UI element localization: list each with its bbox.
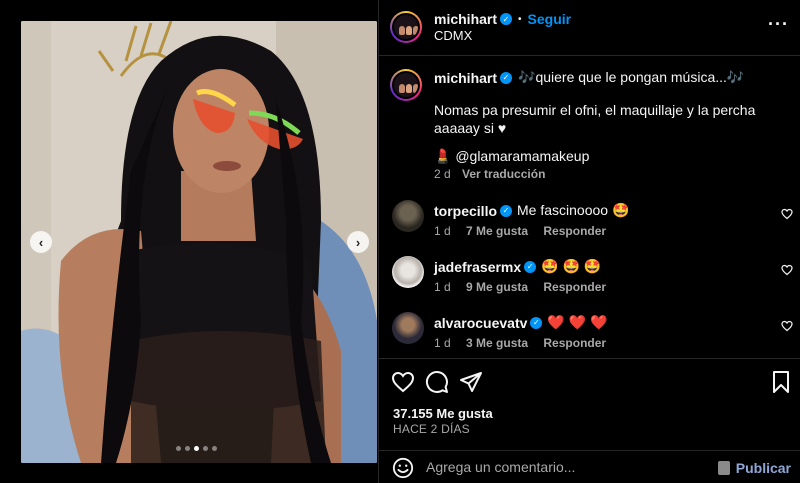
verified-icon: ✓ <box>524 260 537 273</box>
translate-link[interactable]: Ver traducción <box>462 167 545 181</box>
publish-label: Publicar <box>735 460 791 476</box>
caption-headline: 🎶quiere que le pongan música...🎶 <box>518 69 745 85</box>
post-side-panel: michihart ✓ • Seguir CDMX ··· michihart … <box>378 0 800 483</box>
media-area: ‹ › <box>0 0 378 483</box>
reply-button[interactable]: Responder <box>543 224 606 238</box>
caption-username[interactable]: michihart <box>434 70 497 86</box>
commenter-avatar[interactable] <box>392 200 424 232</box>
heart-icon[interactable] <box>391 370 415 394</box>
caption-time: 2 d <box>434 167 451 181</box>
follow-button[interactable]: Seguir <box>528 11 572 27</box>
comment-heart-icon[interactable] <box>781 208 793 220</box>
more-icon[interactable]: ··· <box>768 14 789 35</box>
comment-text: ❤️ ❤️ ❤️ <box>547 314 608 330</box>
verified-icon: ✓ <box>500 204 513 217</box>
bookmark-icon[interactable] <box>769 370 793 394</box>
lock-icon <box>717 461 730 475</box>
commenter-avatar[interactable] <box>392 256 424 288</box>
photo-illustration <box>21 21 377 463</box>
comment-composer: Publicar <box>379 450 800 483</box>
verified-icon: ✓ <box>530 316 543 329</box>
emoji-icon[interactable] <box>392 457 414 479</box>
carousel-dot <box>203 446 208 451</box>
commenter-username[interactable]: jadefrasermx <box>434 259 521 275</box>
carousel-dot <box>176 446 181 451</box>
carousel-dots <box>176 446 217 451</box>
comment-time: 1 d <box>434 336 451 350</box>
header-user-row: michihart ✓ • Seguir <box>434 11 571 27</box>
post-time: HACE 2 DÍAS <box>393 422 470 436</box>
comment-text: 🤩 🤩 🤩 <box>541 258 602 274</box>
post-actions: 37.155 Me gusta HACE 2 DÍAS <box>379 358 800 456</box>
comment-time: 1 d <box>434 280 451 294</box>
commenter-username[interactable]: torpecillo <box>434 203 497 219</box>
caption-mention[interactable]: 💄 @glamaramamakeup <box>434 148 589 165</box>
caption-headline-row: michihart ✓ 🎶quiere que le pongan música… <box>434 69 744 86</box>
caption-meta: 2 d Ver traducción <box>434 167 545 181</box>
reply-button[interactable]: Responder <box>543 280 606 294</box>
comment-input[interactable] <box>426 455 696 479</box>
carousel-prev-button[interactable]: ‹ <box>30 231 52 253</box>
comment-likes[interactable]: 7 Me gusta <box>466 224 528 238</box>
carousel-dot <box>212 446 217 451</box>
comment-likes[interactable]: 9 Me gusta <box>466 280 528 294</box>
comment-heart-icon[interactable] <box>781 320 793 332</box>
carousel-dot <box>185 446 190 451</box>
comment-icon[interactable] <box>425 370 449 394</box>
comment-heart-icon[interactable] <box>781 264 793 276</box>
verified-icon: ✓ <box>500 71 513 84</box>
publish-button[interactable]: Publicar <box>717 460 791 476</box>
post-location[interactable]: CDMX <box>434 28 472 43</box>
caption-avatar[interactable] <box>390 69 422 101</box>
caption-body: Nomas pa presumir el ofni, el maquillaje… <box>434 102 756 136</box>
author-username[interactable]: michihart <box>434 11 497 27</box>
verified-icon: ✓ <box>500 13 513 25</box>
likes-count[interactable]: 37.155 Me gusta <box>393 406 493 421</box>
chevron-right-icon: › <box>355 234 361 250</box>
comment-item: torpecillo ✓ Me fascinoooo 🤩 1 d 7 Me gu… <box>379 196 800 252</box>
comment-item: jadefrasermx ✓ 🤩 🤩 🤩 1 d 9 Me gusta Resp… <box>379 252 800 308</box>
carousel-dot-active <box>194 446 199 451</box>
chevron-left-icon: ‹ <box>38 234 44 250</box>
comment-likes[interactable]: 3 Me gusta <box>466 336 528 350</box>
comment-item: alvarocuevatv ✓ ❤️ ❤️ ❤️ 1 d 3 Me gusta … <box>379 308 800 364</box>
share-icon[interactable] <box>459 370 483 394</box>
comment-time: 1 d <box>434 224 451 238</box>
carousel-next-button[interactable]: › <box>347 231 369 253</box>
post-header: michihart ✓ • Seguir CDMX ··· <box>379 0 800 56</box>
commenter-username[interactable]: alvarocuevatv <box>434 315 527 331</box>
post-photo[interactable] <box>21 21 377 463</box>
author-avatar[interactable] <box>390 11 422 43</box>
comment-text: Me fascinoooo 🤩 <box>517 202 630 218</box>
commenter-avatar[interactable] <box>392 312 424 344</box>
separator-dot: • <box>518 13 522 25</box>
reply-button[interactable]: Responder <box>543 336 606 350</box>
